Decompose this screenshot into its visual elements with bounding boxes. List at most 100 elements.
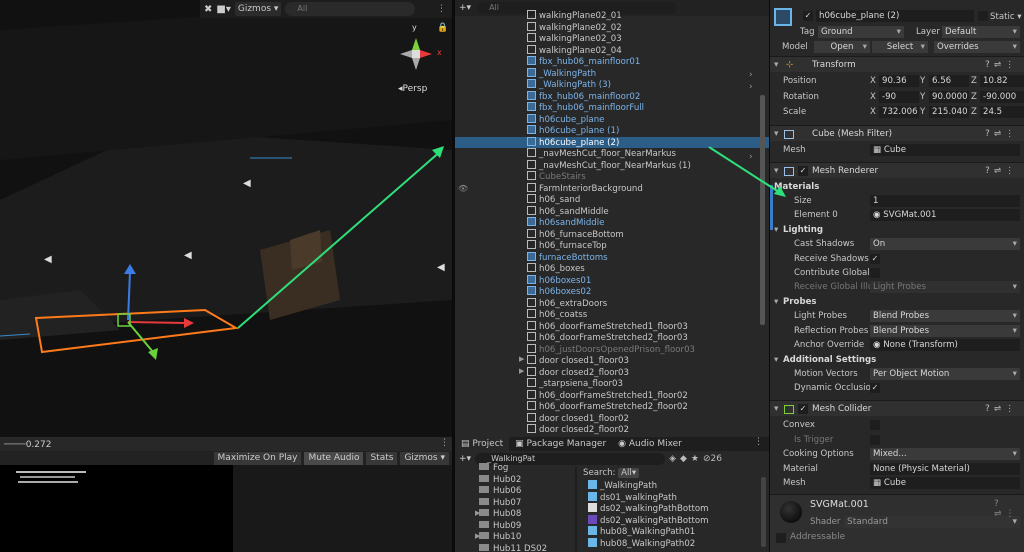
- hierarchy-item[interactable]: walkingPlane02_03: [455, 33, 769, 45]
- contribute-gi-checkbox[interactable]: [870, 268, 880, 278]
- static-checkbox[interactable]: [978, 11, 988, 21]
- transform-header[interactable]: ▾ ⊹ Transform ?⇌⋮: [770, 56, 1024, 72]
- hierarchy-item[interactable]: walkingPlane02_04: [455, 44, 769, 57]
- mesh-collider-header[interactable]: ▾ ✓ Mesh Collider ?⇌⋮: [770, 400, 1024, 416]
- scene-search-input[interactable]: All: [285, 2, 416, 16]
- hierarchy-scrollbar[interactable]: [760, 95, 765, 325]
- light-probes-value-dropdown[interactable]: Blend Probes: [870, 310, 1020, 322]
- folder-item[interactable]: Hub08: [479, 509, 521, 521]
- component-menu-icon[interactable]: ?⇌⋮: [985, 126, 1018, 142]
- hierarchy-item[interactable]: h06_furnaceBottom: [455, 228, 769, 241]
- model-select-button[interactable]: Select: [872, 41, 928, 53]
- folder-item[interactable]: Fog: [479, 463, 508, 475]
- hierarchy-item[interactable]: h06_sand: [455, 194, 769, 206]
- hierarchy-item[interactable]: h06_doorFrameStretched2_floor02: [455, 401, 769, 413]
- hierarchy-item[interactable]: _WalkingPath: [455, 67, 769, 80]
- expand-arrow-icon[interactable]: ▶: [519, 355, 524, 363]
- transform-rotation-x-field[interactable]: -90: [879, 90, 919, 103]
- folder-item[interactable]: Hub07: [479, 497, 521, 510]
- scale-slider-track[interactable]: ────0.272: [4, 440, 51, 450]
- hierarchy-item[interactable]: CubeStairs: [455, 171, 769, 183]
- hierarchy-item[interactable]: h06_extraDoors: [455, 297, 769, 310]
- hierarchy-item[interactable]: _starpsiena_floor03: [455, 378, 769, 390]
- motion-vectors-value-dropdown[interactable]: Per Object Motion: [870, 368, 1020, 380]
- expand-arrow-icon[interactable]: ▶: [519, 367, 524, 375]
- hierarchy-item[interactable]: h06_doorFrameStretched1_floor03: [455, 320, 769, 333]
- folder-item[interactable]: Hub02: [479, 474, 521, 487]
- mesh-field[interactable]: ▦ Cube: [870, 144, 1020, 156]
- material-menu-icon[interactable]: ?⇌⋮: [994, 499, 1024, 519]
- asset-item[interactable]: hub08_WalkingPath02: [588, 537, 695, 550]
- dynamic-occlusion-checkbox[interactable]: ✓: [870, 383, 880, 393]
- hierarchy-item[interactable]: _navMeshCut_floor_NearMarkus: [455, 148, 769, 160]
- object-name-input[interactable]: h06cube_plane (2): [816, 10, 974, 22]
- lock-icon[interactable]: 🔒: [437, 23, 448, 33]
- project-split[interactable]: [575, 467, 577, 552]
- transform-rotation-y-field[interactable]: 90.0000: [929, 90, 969, 103]
- hierarchy-item[interactable]: fbx_hub06_mainfloor02: [455, 90, 769, 103]
- asset-item[interactable]: ds02_walkingPathBottom: [588, 503, 709, 515]
- tab-project[interactable]: ▤ Project: [455, 437, 510, 451]
- transform-scale-y-field[interactable]: 215.040: [929, 106, 969, 118]
- collider-is-trigger-checkbox[interactable]: [870, 435, 880, 445]
- foldout-arrow-icon[interactable]: ▾: [774, 353, 778, 367]
- camera-icon[interactable]: ■▾: [216, 4, 230, 15]
- element0-value-field[interactable]: ◉ SVGMat.001: [870, 209, 1020, 221]
- stats-button[interactable]: Stats: [366, 451, 398, 465]
- size-field[interactable]: 1: [870, 195, 1020, 207]
- hierarchy-item[interactable]: h06_boxes: [455, 263, 769, 275]
- hierarchy-item[interactable]: h06cube_plane (2): [455, 136, 769, 148]
- hierarchy-item[interactable]: h06_doorFrameStretched2_floor03: [455, 332, 769, 344]
- asset-item[interactable]: _WalkingPath: [588, 480, 657, 492]
- active-checkbox[interactable]: ✓: [803, 11, 813, 21]
- hierarchy-item[interactable]: h06_furnaceTop: [455, 240, 769, 252]
- folder-item[interactable]: Hub06: [479, 486, 521, 498]
- model-open-button[interactable]: Open: [814, 41, 870, 53]
- game-more-icon[interactable]: ⋮: [440, 438, 449, 448]
- reflection-probes-value-dropdown[interactable]: Blend Probes: [870, 325, 1020, 337]
- hierarchy-item[interactable]: door closed2_floor02: [455, 424, 769, 436]
- hierarchy-item[interactable]: h06cube_plane (1): [455, 125, 769, 137]
- expand-arrow-icon[interactable]: ›: [749, 152, 753, 162]
- hierarchy-item[interactable]: walkingPlane02_02: [455, 21, 769, 34]
- tools-icon[interactable]: ✖: [204, 4, 212, 15]
- mesh-collider-checkbox[interactable]: ✓: [798, 404, 808, 414]
- project-add-icon[interactable]: +▾: [459, 454, 471, 464]
- tab-package-manager[interactable]: ▣ Package Manager: [509, 437, 612, 451]
- layer-dropdown[interactable]: Default: [942, 26, 1020, 38]
- cast-shadows-value-dropdown[interactable]: On: [870, 238, 1020, 250]
- project-scrollbar[interactable]: [761, 477, 766, 547]
- tab-audio-mixer[interactable]: ◉ Audio Mixer: [612, 437, 688, 451]
- folder-item[interactable]: Hub11 DS02: [479, 543, 547, 552]
- expand-arrow-icon[interactable]: ›: [749, 70, 753, 80]
- foldout-arrow-icon[interactable]: ▾: [774, 223, 778, 237]
- orientation-gizmo[interactable]: [394, 32, 438, 76]
- hierarchy-item[interactable]: door closed1_floor03: [455, 355, 769, 367]
- component-menu-icon[interactable]: ?⇌⋮: [985, 163, 1018, 179]
- maximize-on-play-button[interactable]: Maximize On Play: [213, 451, 302, 465]
- hierarchy-item[interactable]: furnaceBottoms: [455, 251, 769, 264]
- game-view[interactable]: [0, 465, 233, 552]
- receive-shadows-checkbox[interactable]: ✓: [870, 254, 880, 264]
- foldout-arrow-icon[interactable]: ▾: [774, 295, 778, 309]
- scene-more-icon[interactable]: ⋮: [437, 4, 446, 14]
- collider-convex-checkbox[interactable]: [870, 420, 880, 430]
- visibility-eye-icon[interactable]: 👁: [458, 184, 468, 193]
- component-menu-icon[interactable]: ?⇌⋮: [985, 401, 1018, 417]
- mesh-filter-header[interactable]: ▾ Cube (Mesh Filter) ?⇌⋮: [770, 125, 1024, 141]
- transform-scale-x-field[interactable]: 732.006: [879, 106, 919, 118]
- folder-item[interactable]: Hub10: [479, 532, 521, 544]
- cooking-options-dropdown[interactable]: Mixed...: [870, 448, 1020, 460]
- mesh-renderer-header[interactable]: ▾ ✓ Mesh Renderer ?⇌⋮: [770, 162, 1024, 178]
- hierarchy-item[interactable]: _navMeshCut_floor_NearMarkus (1): [455, 159, 769, 172]
- star-icon[interactable]: ★: [691, 454, 699, 464]
- hierarchy-item[interactable]: h06sandMiddle: [455, 217, 769, 229]
- transform-rotation-z-field[interactable]: -90.000: [980, 90, 1024, 103]
- expand-arrow-icon[interactable]: ▶: [475, 509, 480, 517]
- collider-mesh-value-field[interactable]: ▦ Cube: [870, 477, 1020, 489]
- component-menu-icon[interactable]: ?⇌⋮: [985, 57, 1018, 73]
- project-more-icon[interactable]: ⋮: [754, 437, 769, 451]
- game-gizmos-button[interactable]: Gizmos ▾: [400, 451, 449, 465]
- hierarchy-item[interactable]: h06_coatss: [455, 309, 769, 321]
- hierarchy-item[interactable]: h06_doorFrameStretched1_floor02: [455, 389, 769, 402]
